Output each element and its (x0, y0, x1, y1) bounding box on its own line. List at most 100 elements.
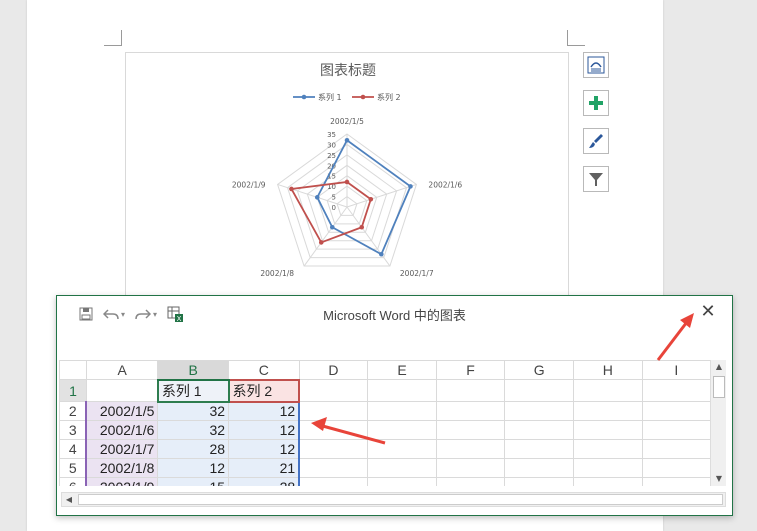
column-header-c[interactable]: C (228, 360, 300, 380)
cell-empty[interactable] (298, 477, 369, 486)
cell-b5[interactable]: 12 (157, 458, 230, 478)
cell-b6[interactable]: 15 (157, 477, 230, 486)
cell-empty[interactable] (504, 420, 574, 440)
cell-a4[interactable]: 2002/1/7 (85, 439, 159, 459)
row-header[interactable]: 4 (59, 439, 87, 459)
close-icon[interactable]: ✕ (698, 302, 718, 322)
cell-b2[interactable]: 32 (157, 401, 230, 421)
series-2-point (318, 240, 324, 245)
cell-empty[interactable] (504, 439, 574, 459)
scroll-up-arrow-icon[interactable]: ▲ (711, 360, 727, 374)
column-header-b[interactable]: B (157, 360, 230, 381)
cell-empty[interactable] (435, 439, 506, 459)
cell-empty[interactable] (367, 477, 437, 486)
cell-empty[interactable] (504, 458, 574, 478)
cell-empty[interactable] (641, 420, 711, 440)
cell-empty[interactable] (298, 379, 369, 402)
cell-b4[interactable]: 28 (157, 439, 230, 459)
chart-data-dialog[interactable]: ▾ ▾ X Microsoft Word 中的图表 ✕ A B C D E F (56, 295, 733, 516)
horizontal-scrollbar[interactable]: ◀ (61, 492, 726, 507)
chart-styles-brush-icon (589, 134, 603, 148)
layout-options-icon (587, 56, 605, 74)
cell-empty[interactable] (435, 458, 506, 478)
cell-b3[interactable]: 32 (157, 420, 230, 440)
cell-c6[interactable]: 28 (228, 477, 301, 486)
cell-empty[interactable] (641, 379, 711, 402)
cell-a6[interactable]: 2002/1/9 (85, 477, 159, 486)
series-1-point (329, 224, 335, 230)
legend-marker-1 (301, 94, 307, 100)
chart-filters-funnel-icon (589, 173, 603, 186)
radar-category-label: 2002/1/5 (330, 117, 364, 126)
radar-tick-label: 35 (327, 131, 336, 139)
column-header-g[interactable]: G (504, 360, 574, 380)
cell-a1[interactable] (85, 379, 159, 402)
cell-empty[interactable] (298, 458, 369, 478)
vertical-scroll-thumb[interactable] (713, 376, 725, 398)
cell-b1[interactable]: 系列 1 (156, 378, 230, 403)
cell-c2[interactable]: 12 (228, 401, 301, 421)
chart-elements-button[interactable] (583, 90, 609, 116)
scroll-left-arrow-icon[interactable]: ◀ (62, 493, 76, 506)
cell-empty[interactable] (641, 401, 711, 421)
cell-empty[interactable] (504, 477, 574, 486)
cell-empty[interactable] (641, 439, 711, 459)
cell-a3[interactable]: 2002/1/6 (85, 420, 159, 440)
vertical-scrollbar[interactable]: ▲ ▼ (710, 360, 726, 486)
row-header[interactable]: 1 (59, 379, 87, 402)
table-row: 6 2002/1/9 15 28 (59, 477, 711, 486)
cell-c4[interactable]: 12 (228, 439, 301, 459)
radar-chart[interactable]: 图表标题 系列 1 系列 2 35 30 25 20 15 10 5 0 2002/1/5 200… (125, 52, 569, 302)
radar-spoke (277, 183, 348, 208)
margin-corner-top-right (567, 30, 585, 46)
layout-options-button[interactable] (583, 52, 609, 78)
annotation-arrow-to-close (656, 313, 694, 361)
table-row: 5 2002/1/8 12 21 (59, 458, 711, 478)
cell-empty[interactable] (641, 477, 711, 486)
column-header-e[interactable]: E (367, 360, 437, 380)
cell-empty[interactable] (572, 401, 643, 421)
horizontal-scroll-thumb[interactable] (78, 494, 723, 505)
row-header[interactable]: 6 (59, 477, 87, 486)
table-row: 1 系列 1 系列 2 (59, 378, 711, 403)
select-all-corner[interactable] (59, 360, 87, 380)
row-header[interactable]: 5 (59, 458, 87, 478)
legend-marker-2 (360, 94, 366, 100)
cell-a2[interactable]: 2002/1/5 (85, 401, 159, 421)
radar-tick-label: 25 (327, 152, 336, 160)
cell-c1[interactable]: 系列 2 (227, 378, 301, 403)
cell-c3[interactable]: 12 (228, 420, 301, 440)
cell-c5[interactable]: 21 (228, 458, 301, 478)
cell-empty[interactable] (435, 420, 506, 440)
cell-empty[interactable] (435, 401, 506, 421)
series-1-point (344, 137, 350, 143)
cell-empty[interactable] (641, 458, 711, 478)
radar-category-label: 2002/1/9 (232, 180, 266, 189)
scroll-down-arrow-icon[interactable]: ▼ (711, 472, 727, 486)
cell-empty[interactable] (572, 439, 643, 459)
row-header[interactable]: 2 (59, 401, 87, 421)
cell-empty[interactable] (572, 477, 643, 486)
row-header[interactable]: 3 (59, 420, 87, 440)
cell-empty[interactable] (435, 477, 506, 486)
series-2-point (289, 186, 294, 192)
legend-label-2: 系列 2 (377, 92, 401, 102)
column-header-f[interactable]: F (435, 360, 506, 380)
radar-category-label: 2002/1/8 (260, 269, 294, 278)
cell-empty[interactable] (572, 420, 643, 440)
column-header-h[interactable]: H (572, 360, 643, 380)
series-1-point (314, 195, 320, 200)
cell-a5[interactable]: 2002/1/8 (85, 458, 159, 478)
column-header-d[interactable]: D (298, 360, 369, 380)
cell-empty[interactable] (367, 379, 437, 402)
cell-empty[interactable] (504, 379, 574, 402)
series-1-point (379, 251, 384, 257)
column-header-a[interactable]: A (85, 360, 159, 380)
cell-empty[interactable] (572, 379, 643, 402)
chart-styles-button[interactable] (583, 128, 609, 154)
cell-empty[interactable] (435, 379, 506, 402)
cell-empty[interactable] (572, 458, 643, 478)
cell-empty[interactable] (504, 401, 574, 421)
cell-empty[interactable] (367, 458, 437, 478)
chart-filters-button[interactable] (583, 166, 609, 192)
